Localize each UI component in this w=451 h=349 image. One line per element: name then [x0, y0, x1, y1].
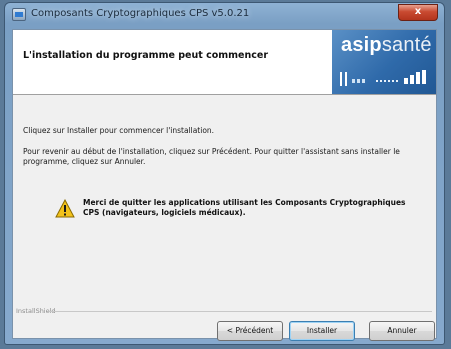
close-button[interactable]: x — [398, 4, 438, 21]
footer-divider — [49, 311, 432, 312]
install-button[interactable]: Installer — [289, 321, 355, 341]
installer-app-icon — [12, 8, 26, 21]
instruction-install: Cliquez sur Installer pour commencer l'i… — [23, 126, 215, 135]
previous-button[interactable]: < Précédent — [217, 321, 283, 341]
cancel-button[interactable]: Annuler — [369, 321, 435, 341]
window-title: Composants Cryptographiques CPS v5.0.21 — [31, 8, 250, 19]
asip-sante-logo: asipsanté — [332, 30, 436, 94]
header-title: L'installation du programme peut commenc… — [23, 50, 269, 61]
warning-icon — [55, 199, 75, 218]
installer-window: Composants Cryptographiques CPS v5.0.21 … — [4, 2, 445, 345]
instruction-navigation: Pour revenir au début de l'installation,… — [23, 147, 400, 166]
logo-signal-bars-icon — [340, 70, 426, 86]
title-bar[interactable]: Composants Cryptographiques CPS v5.0.21 … — [5, 3, 444, 27]
dialog-client-area: L'installation du programme peut commenc… — [12, 29, 437, 341]
logo-wordmark: asipsanté — [341, 34, 432, 56]
dialog-header: L'installation du programme peut commenc… — [13, 30, 436, 95]
warning-message: Merci de quitter les applications utilis… — [83, 198, 406, 217]
